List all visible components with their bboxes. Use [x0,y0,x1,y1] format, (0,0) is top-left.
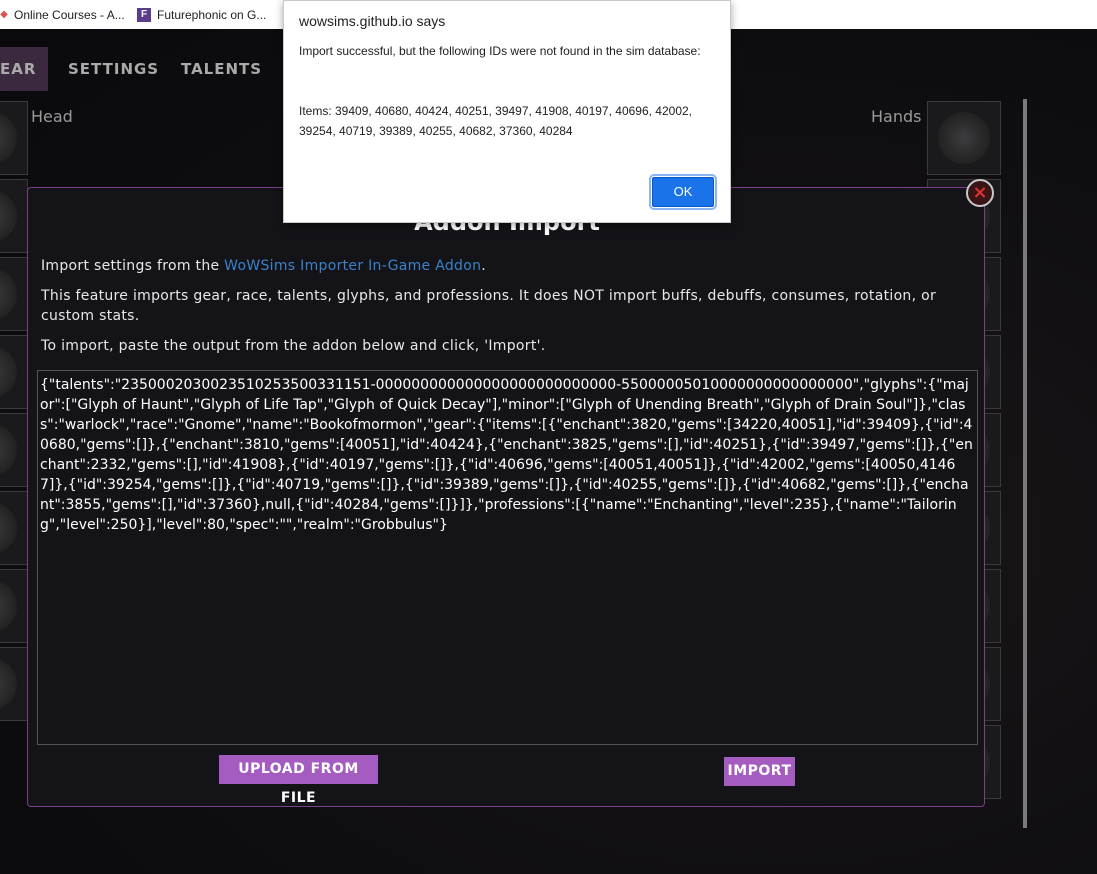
bookmark-favicon-icon: F [137,7,151,22]
gear-slot-wrist[interactable] [0,491,28,565]
browser-alert-dialog: wowsims.github.io says Import successful… [283,0,731,223]
bookmark-online-courses[interactable]: ◆ Online Courses - A... [0,0,125,29]
upload-from-file-button[interactable]: UPLOAD FROM FILE [219,755,378,806]
import-instructions: To import, paste the output from the add… [41,338,546,354]
tab-gear[interactable]: EAR [0,47,48,91]
tab-talents[interactable]: TALENTS [181,47,262,91]
gear-slot-head[interactable] [0,101,28,175]
intro-suffix: . [481,258,487,274]
slot-label-hands: Hands [871,107,922,126]
bookmark-favicon-icon: ◆ [0,8,8,20]
bookmark-futurephonic[interactable]: F Futurephonic on G... [137,0,266,29]
addon-import-modal: Addon Import × Import settings from the … [27,179,994,807]
import-button[interactable]: IMPORT [724,757,795,786]
slot-label-head: Head [31,107,73,126]
gear-slot-mainhand[interactable] [0,569,28,643]
item-icon [0,580,17,632]
feature-description: This feature imports gear, race, talents… [41,288,937,324]
item-icon [0,190,17,242]
gear-slot-back[interactable] [0,335,28,409]
page-scrollbar[interactable] [1023,99,1027,828]
close-icon[interactable]: × [966,179,994,207]
item-icon [0,112,17,164]
alert-missing-items: Items: 39409, 40680, 40424, 40251, 39497… [299,104,693,138]
gear-slot-shoulders[interactable] [0,257,28,331]
gear-slot-hands[interactable] [927,101,1001,175]
gear-slot-offhand[interactable] [0,647,28,721]
alert-message: Import successful, but the following IDs… [299,44,701,58]
alert-title: wowsims.github.io says [299,13,446,29]
gear-slot-chest[interactable] [0,413,28,487]
item-icon [0,424,17,476]
import-textarea[interactable]: {"talents":"2350002030023510253500331151… [37,370,978,745]
ok-button[interactable]: OK [649,174,717,210]
intro-prefix: Import settings from the [41,258,225,274]
item-icon [0,502,17,554]
tab-settings[interactable]: SETTINGS [68,47,159,91]
addon-link[interactable]: WoWSims Importer In-Game Addon [224,258,481,274]
item-icon [0,658,17,710]
item-icon [0,268,17,320]
bookmark-label: Futurephonic on G... [157,7,267,22]
gear-slot-neck[interactable] [0,179,28,253]
import-intro-text: Import settings from the WoWSims Importe… [41,256,971,276]
bookmark-label: Online Courses - A... [14,7,125,22]
item-icon [938,112,990,164]
item-icon [0,346,17,398]
